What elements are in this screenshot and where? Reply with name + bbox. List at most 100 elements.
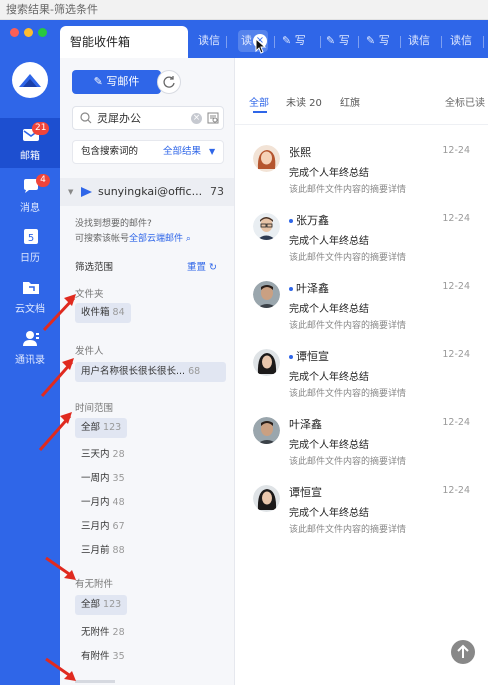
mail-item[interactable]: 叶泽鑫 12-24 完成个人年终总结 该此邮件文件内容的摘要详情 (235, 278, 488, 346)
edit-icon: ✎ (326, 34, 339, 47)
messages-unread-badge: 4 (36, 174, 50, 187)
time-option-1week[interactable]: 一周内 35 (81, 470, 125, 484)
mail-summary: 该此邮件文件内容的摘要详情 (289, 389, 407, 399)
time-option-3days[interactable]: 三天内 28 (81, 446, 125, 460)
tab-unread[interactable]: 未读 20 (286, 94, 322, 109)
tab-flagged[interactable]: 红旗 (340, 94, 360, 109)
minimize-window-button[interactable] (24, 28, 33, 37)
tab-smart-inbox[interactable]: 智能收件箱 (60, 26, 188, 58)
option-count: 67 (112, 521, 125, 532)
sidebar-item-mail[interactable]: 21 邮箱 (0, 118, 60, 168)
tab-read-3[interactable]: 读信 (408, 30, 430, 52)
tab-label: 写 (294, 34, 306, 47)
edit-icon: ✎ (366, 34, 379, 47)
search-scope-label: 包含搜索词的 (81, 146, 139, 157)
mail-sender: 张万鑫 (289, 212, 329, 228)
close-window-button[interactable] (10, 28, 19, 37)
cloud-mail-search-link[interactable]: 全部云端邮件 ⌕ (129, 234, 191, 244)
tab-all[interactable]: 全部 (249, 94, 269, 109)
time-option-1month[interactable]: 一月内 48 (81, 494, 125, 508)
tab-read-1[interactable]: 读信 (198, 30, 220, 52)
tab-write-3[interactable]: ✎ 写 (366, 30, 390, 52)
avatar (253, 213, 280, 240)
tab-read-4[interactable]: 读信 (450, 30, 472, 52)
sender-name: 叶泽鑫 (296, 282, 329, 295)
option-count: 48 (112, 497, 125, 508)
sidebar-item-contacts[interactable]: 通讯录 (0, 322, 60, 372)
folder-chip-inbox[interactable]: 收件箱 84 (75, 303, 131, 323)
folder-section-title: 文件夹 (75, 289, 104, 300)
sidebar-item-label: 通讯录 (15, 355, 45, 366)
arrow-up-icon (457, 644, 469, 658)
unread-dot-icon (289, 355, 293, 359)
search-input[interactable] (97, 110, 187, 126)
tab-separator (226, 36, 227, 48)
calendar-icon: 5 (22, 228, 40, 245)
mail-date: 12-24 (442, 281, 470, 292)
time-option-3months[interactable]: 三月内 67 (81, 518, 125, 532)
attachment-option-has[interactable]: 有附件 35 (81, 648, 125, 662)
chip-label: 收件箱 (81, 307, 110, 318)
mail-sender: 叶泽鑫 (289, 280, 329, 296)
mail-unread-badge: 21 (32, 122, 50, 135)
sidebar-item-label: 邮箱 (20, 151, 40, 162)
tab-close-icon[interactable]: × (253, 34, 267, 48)
sidebar-item-label: 消息 (20, 203, 40, 214)
attachment-option-all[interactable]: 全部 123 (75, 595, 128, 615)
maximize-window-button[interactable] (38, 28, 47, 37)
tab-label: 写 (378, 34, 390, 47)
tab-separator (320, 36, 321, 48)
tab-separator (441, 36, 442, 48)
sender-chip[interactable]: 用户名称很长很长很长... 68 (75, 362, 226, 382)
option-count: 123 (103, 422, 122, 433)
attachment-section-title: 有无附件 (75, 579, 114, 590)
sidebar-item-docs[interactable]: 云文档 (0, 271, 60, 321)
mail-item[interactable]: 张万鑫 12-24 完成个人年终总结 该此邮件文件内容的摘要详情 (235, 210, 488, 278)
sender-section-title: 发件人 (75, 346, 104, 357)
clear-search-icon[interactable]: × (191, 113, 202, 124)
app-logo-icon (12, 62, 48, 98)
mail-subject: 完成个人年终总结 (289, 372, 369, 383)
option-count: 88 (112, 545, 125, 556)
calendar-day: 5 (28, 233, 34, 244)
attachment-option-none[interactable]: 无附件 28 (81, 624, 125, 638)
refresh-button[interactable] (157, 70, 181, 94)
sender-name: 张万鑫 (296, 214, 329, 227)
mail-sender: 张熙 (289, 144, 311, 160)
advanced-search-icon[interactable] (207, 112, 219, 124)
search-scope-filter[interactable]: 包含搜索词的 全部结果 ▼ (72, 140, 224, 164)
compose-label: 写邮件 (106, 75, 140, 88)
tab-label: 写 (338, 34, 350, 47)
sidebar-item-messages[interactable]: 4 消息 (0, 170, 60, 220)
chat-icon: 4 (22, 174, 50, 195)
mail-item[interactable]: 叶泽鑫 12-24 完成个人年终总结 该此邮件文件内容的摘要详情 (235, 414, 488, 482)
tab-separator (483, 36, 484, 48)
sender-name: 叶泽鑫 (289, 418, 322, 431)
tab-bar: 智能收件箱 读信 读 × ✎ 写 ✎ 写 ✎ 写 读信 读信 (60, 20, 488, 58)
time-option-all[interactable]: 全部 123 (75, 418, 128, 438)
mail-summary: 该此邮件文件内容的摘要详情 (289, 525, 407, 535)
contacts-icon (22, 330, 40, 347)
mail-item[interactable]: 谭恒宣 12-24 完成个人年终总结 该此邮件文件内容的摘要详情 (235, 346, 488, 414)
mail-list-panel: 全部 未读 20 红旗 全标已读 张熙 12-24 完成个人年终总结 该此邮件文件内容… (235, 58, 488, 685)
tab-write-1[interactable]: ✎ 写 (282, 30, 306, 52)
mail-item[interactable]: 谭恒宣 12-24 完成个人年终总结 该此邮件文件内容的摘要详情 (235, 482, 488, 550)
compose-button[interactable]: ✎ 写邮件 (72, 70, 161, 94)
mail-icon: 21 (22, 122, 50, 143)
time-option-before-3months[interactable]: 三月前 88 (81, 542, 125, 556)
option-label: 有附件 (81, 651, 110, 662)
mark-all-read-button[interactable]: 全标已读 (445, 94, 485, 109)
reset-icon: ↻ (206, 262, 217, 273)
account-row[interactable]: ▼ sunyingkai@offic... 73 (60, 178, 234, 206)
option-label: 三月内 (81, 521, 110, 532)
tab-read-2-hover[interactable]: 读 × (238, 30, 268, 52)
scroll-to-top-button[interactable] (451, 640, 475, 664)
edit-icon: ✎ (282, 34, 295, 47)
mail-sender: 谭恒宣 (289, 348, 329, 364)
mail-item[interactable]: 张熙 12-24 完成个人年终总结 该此邮件文件内容的摘要详情 (235, 142, 488, 210)
reset-filter-button[interactable]: 重置 ↻ (187, 259, 217, 273)
account-flag-icon (81, 187, 92, 197)
hint-text: 没找到想要的邮件? (75, 219, 152, 229)
sidebar-item-calendar[interactable]: 5 日历 (0, 220, 60, 270)
tab-write-2[interactable]: ✎ 写 (326, 30, 350, 52)
